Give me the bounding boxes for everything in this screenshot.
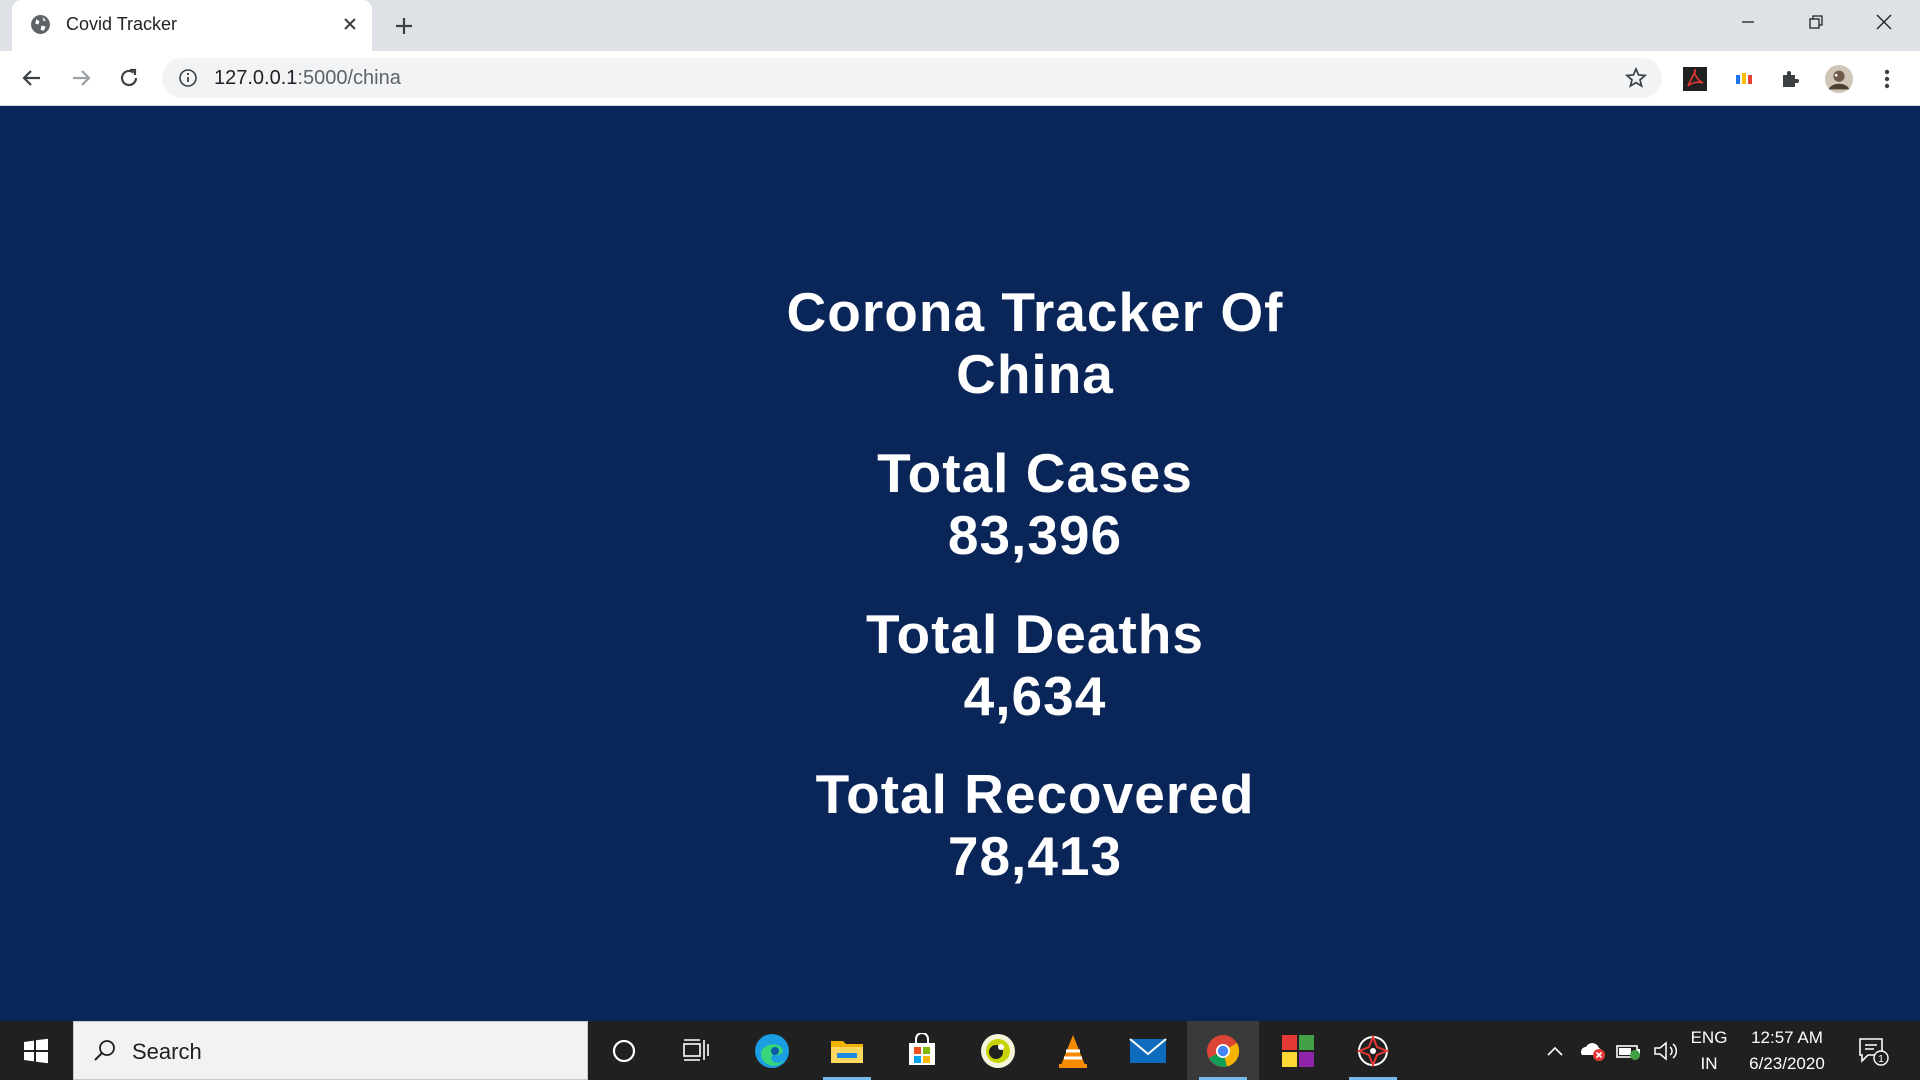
total-deaths-label: Total Deaths xyxy=(866,603,1204,665)
cortana-icon[interactable] xyxy=(588,1021,660,1080)
network-tool-icon[interactable] xyxy=(1337,1021,1409,1080)
tracker-page: Corona Tracker Of China Total Cases 83,3… xyxy=(0,106,1920,1021)
windows-start-icon[interactable] xyxy=(0,1021,72,1080)
onedrive-error-icon[interactable] xyxy=(1576,1021,1610,1080)
address-bar[interactable]: 127.0.0.1:5000/china xyxy=(162,58,1662,98)
clock[interactable]: 12:57 AM 6/23/2020 xyxy=(1738,1021,1836,1080)
volume-icon[interactable] xyxy=(1648,1021,1682,1080)
search-icon xyxy=(94,1040,115,1061)
notification-center-icon[interactable]: 1 xyxy=(1846,1021,1900,1080)
taskbar-search-box[interactable]: Search xyxy=(73,1021,588,1080)
globe-icon xyxy=(31,15,50,34)
battery-icon[interactable] xyxy=(1612,1021,1646,1080)
clock-time: 12:57 AM xyxy=(1751,1027,1823,1047)
clock-date: 6/23/2020 xyxy=(1749,1053,1825,1073)
page-title: Corona Tracker Of China xyxy=(786,281,1284,405)
microsoft-store-icon[interactable] xyxy=(886,1021,958,1080)
info-icon[interactable] xyxy=(178,68,198,88)
color-extension-icon[interactable] xyxy=(1729,64,1759,94)
total-recovered-label: Total Recovered xyxy=(815,763,1255,825)
chevron-up-icon[interactable] xyxy=(1540,1021,1570,1080)
window-close-icon[interactable] xyxy=(1850,0,1918,44)
task-view-icon[interactable] xyxy=(660,1021,732,1080)
total-cases-stat: Total Cases 83,396 xyxy=(710,442,1360,566)
edge-browser-icon[interactable] xyxy=(736,1021,808,1080)
vlc-player-icon[interactable] xyxy=(1037,1021,1109,1080)
forward-arrow-icon[interactable] xyxy=(64,61,98,95)
total-deaths-value: 4,634 xyxy=(963,665,1107,727)
tab-strip: Covid Tracker xyxy=(0,0,1920,51)
language-indicator[interactable]: ENG IN xyxy=(1684,1021,1734,1080)
chrome-menu-icon[interactable] xyxy=(1872,64,1902,94)
browser-toolbar: 127.0.0.1:5000/china xyxy=(0,51,1920,106)
total-cases-label: Total Cases xyxy=(877,442,1193,504)
reload-icon[interactable] xyxy=(112,61,146,95)
puzzle-extensions-icon[interactable] xyxy=(1776,64,1806,94)
browser-tab[interactable]: Covid Tracker xyxy=(12,0,372,51)
total-deaths-stat: Total Deaths 4,634 xyxy=(710,603,1360,727)
new-tab-icon[interactable] xyxy=(390,12,418,40)
file-explorer-icon[interactable] xyxy=(811,1021,883,1080)
profile-avatar-icon[interactable] xyxy=(1824,64,1854,94)
mail-app-icon[interactable] xyxy=(1112,1021,1184,1080)
acrobat-extension-icon[interactable] xyxy=(1680,64,1710,94)
chrome-browser-icon[interactable] xyxy=(1187,1021,1259,1080)
total-cases-value: 83,396 xyxy=(947,504,1123,566)
tab-title: Covid Tracker xyxy=(66,14,178,34)
search-placeholder: Search xyxy=(132,1039,202,1064)
restore-icon[interactable] xyxy=(1782,0,1850,44)
url-text[interactable]: 127.0.0.1:5000/china xyxy=(214,67,401,90)
back-arrow-icon[interactable] xyxy=(15,61,49,95)
bookmark-star-icon[interactable] xyxy=(1624,66,1648,90)
game-app-icon[interactable] xyxy=(962,1021,1034,1080)
taskbar: Search ENG IN 12:57 AM 6/23/2020 1 xyxy=(0,1021,1920,1080)
total-recovered-stat: Total Recovered 78,413 xyxy=(710,763,1360,887)
minimize-icon[interactable] xyxy=(1714,0,1782,44)
total-recovered-value: 78,413 xyxy=(947,825,1123,887)
notification-count: 1 xyxy=(1878,1054,1884,1065)
office-app-icon[interactable] xyxy=(1262,1021,1334,1080)
tab-close-icon[interactable] xyxy=(338,12,362,36)
